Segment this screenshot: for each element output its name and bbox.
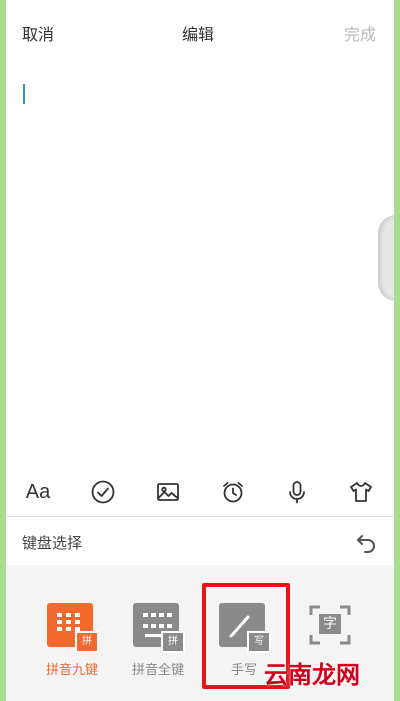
alarm-clock-icon <box>223 482 243 503</box>
font-size-button[interactable]: Aa <box>24 478 52 506</box>
done-button[interactable]: 完成 <box>344 21 376 45</box>
keyboard-tag: 拼 <box>161 631 185 653</box>
microphone-icon <box>289 481 305 504</box>
keyboard-pinyin-full[interactable]: 拼 拼音全键 <box>126 601 190 681</box>
character-glyph: 字 <box>323 616 337 632</box>
keyboard-label: 拼音九键 <box>45 663 98 678</box>
voice-input-button[interactable] <box>283 478 311 506</box>
note-editor-screen: 取消 编辑 完成 Aa 键盘选择 拼 拼音九键 拼 拼音全键 写 手写 字 云南… <box>6 0 394 701</box>
tshirt-icon <box>350 482 372 502</box>
checklist-button[interactable] <box>89 478 117 506</box>
page-title: 编辑 <box>182 25 215 44</box>
keyboard-full-icon: 拼 <box>133 603 185 653</box>
format-toolbar: Aa <box>6 470 394 514</box>
top-bar: 取消 编辑 完成 <box>6 0 394 62</box>
back-button[interactable] <box>354 530 378 554</box>
keyboard-pinyin-9key[interactable]: 拼 拼音九键 <box>40 601 104 681</box>
keyboard-label: 拼音全键 <box>131 663 184 678</box>
keyboard-tag: 拼 <box>75 631 99 653</box>
undo-arrow-icon <box>357 535 375 553</box>
keypad-9-icon: 拼 <box>47 603 99 653</box>
keyboard-select-label: 键盘选择 <box>22 534 83 552</box>
cancel-button[interactable]: 取消 <box>22 21 54 45</box>
font-size-label: Aa <box>25 480 51 503</box>
theme-button[interactable] <box>347 478 375 506</box>
keyboard-select-bar: 键盘选择 <box>6 517 394 565</box>
insert-image-button[interactable] <box>154 478 182 506</box>
checkmark-circle-icon <box>91 480 115 504</box>
character-scan-icon: 字 <box>307 603 353 647</box>
image-icon <box>157 483 179 501</box>
alarm-button[interactable] <box>219 478 247 506</box>
watermark: 云南龙网 <box>264 661 360 689</box>
side-edge-handle[interactable] <box>378 215 394 301</box>
text-cursor[interactable] <box>23 84 25 104</box>
